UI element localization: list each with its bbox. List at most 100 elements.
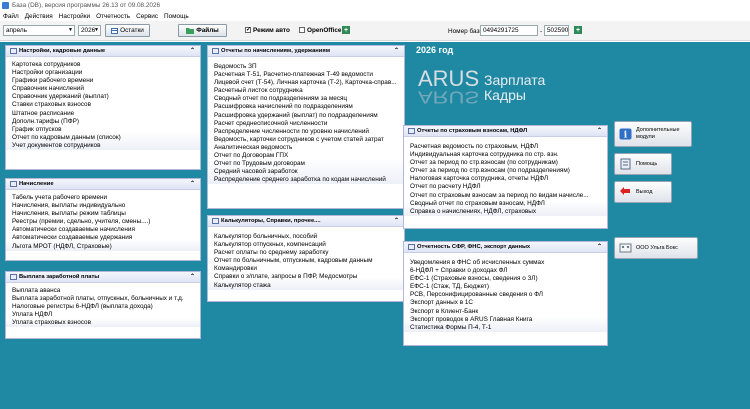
chevron-down-icon: ▼ xyxy=(68,27,73,33)
list-item[interactable]: Ведомость ЗП xyxy=(214,63,400,71)
list-item[interactable]: Автоматически создаваемые начисления xyxy=(12,226,196,234)
menu-item-service[interactable]: Сервис xyxy=(136,13,158,20)
window-title: База (DB), версия программы 26.13 от 09.… xyxy=(12,2,161,9)
list-item[interactable]: Отчет за период по стр.взносам (по сотру… xyxy=(410,159,603,167)
panel-header[interactable]: Отчеты по страховым взносам, НДФЛ ⌃ xyxy=(404,126,607,137)
list-item[interactable]: Автоматически создаваемые удержания xyxy=(12,234,196,242)
list-item[interactable]: Ведомость, карточки сотрудников с учетом… xyxy=(214,136,400,144)
year-select[interactable]: 2026 ▼ xyxy=(78,25,101,36)
db-number-plus-button[interactable]: + xyxy=(574,26,582,34)
list-item[interactable]: Штатное расписание xyxy=(12,110,196,118)
month-select[interactable]: апрель ▼ xyxy=(3,25,75,36)
list-item[interactable]: Настройки организации xyxy=(12,69,196,77)
list-item[interactable]: Графики рабочего времени xyxy=(12,77,196,85)
list-item[interactable]: Калькулятор отпускных, компенсаций xyxy=(214,241,400,249)
list-item[interactable]: Льгота МРОТ (НДФЛ, Страховые) xyxy=(12,243,196,251)
menu-item-help[interactable]: Помощь xyxy=(164,13,189,20)
list-item[interactable]: Калькулятор стажа xyxy=(214,282,400,290)
remainders-button[interactable]: Остатки xyxy=(105,24,150,37)
list-item[interactable]: Экспорт проводок в ARUS Главная Книга xyxy=(410,316,603,324)
menu-item-file[interactable]: Файл xyxy=(3,13,19,20)
list-item[interactable]: Расшифровка начислений по подразделениям xyxy=(214,103,400,111)
list-item[interactable]: Расчетный листок сотрудника xyxy=(214,87,400,95)
report-icon xyxy=(408,128,415,134)
list-item[interactable]: Командировки xyxy=(214,265,400,273)
list-item[interactable]: Отчет по Договорам ГПХ xyxy=(214,152,400,160)
list-item[interactable]: Экспорт в Клиент-Банк xyxy=(410,308,603,316)
panel-header[interactable]: Начисление ⌃ xyxy=(6,179,200,190)
db-number2-input[interactable]: 502590 xyxy=(544,25,569,36)
list-item[interactable]: Налоговая карточка сотрудника, отчеты НД… xyxy=(410,175,603,183)
list-item[interactable]: ЕФС-1 (Стаж, ТД, Бюджет) xyxy=(410,283,603,291)
list-item[interactable]: Аналитическая ведомость xyxy=(214,144,400,152)
list-item[interactable]: Калькулятор больничных, пособий xyxy=(214,233,400,241)
list-item[interactable]: Отчет по кадровым данным (список) xyxy=(12,134,196,142)
company-button[interactable]: ООО Ульга Бокс xyxy=(614,237,698,259)
menu-item-actions[interactable]: Действия xyxy=(25,13,53,20)
list-item[interactable]: Начисления, выплаты режим таблицы xyxy=(12,210,196,218)
panel-header[interactable]: Калькуляторы, Справки, прочее.... ⌃ xyxy=(208,216,404,227)
list-item[interactable]: Лицевой счет (Т-54), Личная карточка (Т-… xyxy=(214,79,400,87)
list-item[interactable]: Справочник удержаний (выплат) xyxy=(12,93,196,101)
list-item[interactable]: Расчет оплаты по среднему заработку xyxy=(214,249,400,257)
list-item[interactable]: Отчет по расчету НДФЛ xyxy=(410,183,603,191)
files-button[interactable]: Файлы xyxy=(178,24,227,37)
list-item[interactable]: Дополн.тарифы (ПФР) xyxy=(12,118,196,126)
auto-mode-checkbox[interactable]: ✓ Режим авто xyxy=(245,27,290,34)
list-item[interactable]: Отчет по больничным, отпускным, кадровым… xyxy=(214,257,400,265)
calculator-icon xyxy=(10,181,17,187)
extra-modules-button[interactable]: i Дополнительные модули xyxy=(614,121,692,147)
list-item[interactable]: Справочник начислений xyxy=(12,85,196,93)
list-item[interactable]: РСВ, Персонифицированные сведения о ФЛ xyxy=(410,291,603,299)
list-item[interactable]: 6-НДФЛ + Справки о доходах ФЛ xyxy=(410,267,603,275)
list-item[interactable]: Статистика Формы П-4, Т-1 xyxy=(410,324,603,332)
list-item[interactable]: Учет документов сотрудников xyxy=(12,142,196,150)
panel-header[interactable]: Настройки, кадровые данные ⌃ xyxy=(6,46,200,57)
menu-item-reporting[interactable]: Отчетность xyxy=(96,13,130,20)
db-number-input[interactable]: 0494291725 xyxy=(480,25,538,36)
list-item[interactable]: Отчет по страховым взносам за период по … xyxy=(410,192,603,200)
panel-header[interactable]: Отчеты по начислениям, удержаниям ⌃ xyxy=(208,46,404,57)
exit-button[interactable]: Выход xyxy=(614,181,672,203)
list-item[interactable]: Картотека сотрудников xyxy=(12,61,196,69)
list-item[interactable]: Распределение численности по уровню начи… xyxy=(214,128,400,136)
list-item[interactable]: Сводный отчет по подразделениям за месяц xyxy=(214,95,400,103)
list-item[interactable]: Справка о начислениях, НДФЛ, страховых xyxy=(410,208,603,216)
chevron-up-icon: ⌃ xyxy=(189,48,195,54)
list-item[interactable]: Выплата аванса xyxy=(12,287,196,295)
list-item[interactable]: Средний часовой заработок xyxy=(214,168,400,176)
list-item[interactable]: Ставки страховых взносов xyxy=(12,101,196,109)
list-item[interactable]: Справки о з/плате, запросы в ПФР, Медосм… xyxy=(214,273,400,281)
list-item[interactable]: Распределение среднего заработка по кода… xyxy=(214,176,400,184)
list-item[interactable]: Экспорт данных в 1С xyxy=(410,299,603,307)
panel-settings: Настройки, кадровые данные ⌃ Картотека со… xyxy=(5,45,201,170)
panel-header[interactable]: Отчетность СФР, ФНС, экспорт данных ⌃ xyxy=(404,242,607,253)
building-icon xyxy=(619,243,632,253)
panel-list: Табель учета рабочего времени Начисления,… xyxy=(6,190,200,251)
list-item[interactable]: Расшифровка удержаний (выплат) по подраз… xyxy=(214,112,400,120)
list-item[interactable]: Расчетная ведомость по страховым, НДФЛ xyxy=(410,143,603,151)
openoffice-plus-button[interactable]: + xyxy=(342,26,350,34)
list-item[interactable]: ЕФС-1 (Страховые взносы, сведения о ЗЛ) xyxy=(410,275,603,283)
menu-item-settings[interactable]: Настройки xyxy=(59,13,90,20)
list-item[interactable]: Отчет по Трудовым договорам xyxy=(214,160,400,168)
list-item[interactable]: Табель учета рабочего времени xyxy=(12,194,196,202)
list-item[interactable]: Расчетная Т-51, Расчетно-платежная Т-49 … xyxy=(214,71,400,79)
list-item[interactable]: Расчет среднесписочной численности xyxy=(214,120,400,128)
list-item[interactable]: Уплата НДФЛ xyxy=(12,311,196,319)
list-item[interactable]: Сводный отчет по страховым взносам, НДФЛ xyxy=(410,200,603,208)
panel-header[interactable]: Выплата заработной платы ⌃ xyxy=(6,272,200,283)
list-item[interactable]: Уплата страховых взносов xyxy=(12,319,196,327)
help-button[interactable]: Помощь xyxy=(614,153,672,175)
list-item[interactable]: Реестры (премии, сдельно, учителя, смены… xyxy=(12,218,196,226)
list-item[interactable]: Индивидуальная карточка сотрудника по ст… xyxy=(410,151,603,159)
list-item[interactable]: Уведомления в ФНС об исчисленных суммах xyxy=(410,259,603,267)
list-item[interactable]: Отчет за период по стр.взносам (по подра… xyxy=(410,167,603,175)
list-item[interactable]: Налоговые регистры 6-НДФЛ (выплата доход… xyxy=(12,303,196,311)
panel-list: Выплата аванса Выплата заработной платы, … xyxy=(6,283,200,328)
list-item[interactable]: Выплата заработной платы, отпускных, бол… xyxy=(12,295,196,303)
panel-reports: Отчеты по начислениям, удержаниям ⌃ Ведом… xyxy=(207,45,405,209)
list-item[interactable]: График отпусков xyxy=(12,126,196,134)
openoffice-checkbox[interactable]: OpenOffice xyxy=(299,27,341,34)
list-item[interactable]: Начисления, выплаты индивидуально xyxy=(12,202,196,210)
